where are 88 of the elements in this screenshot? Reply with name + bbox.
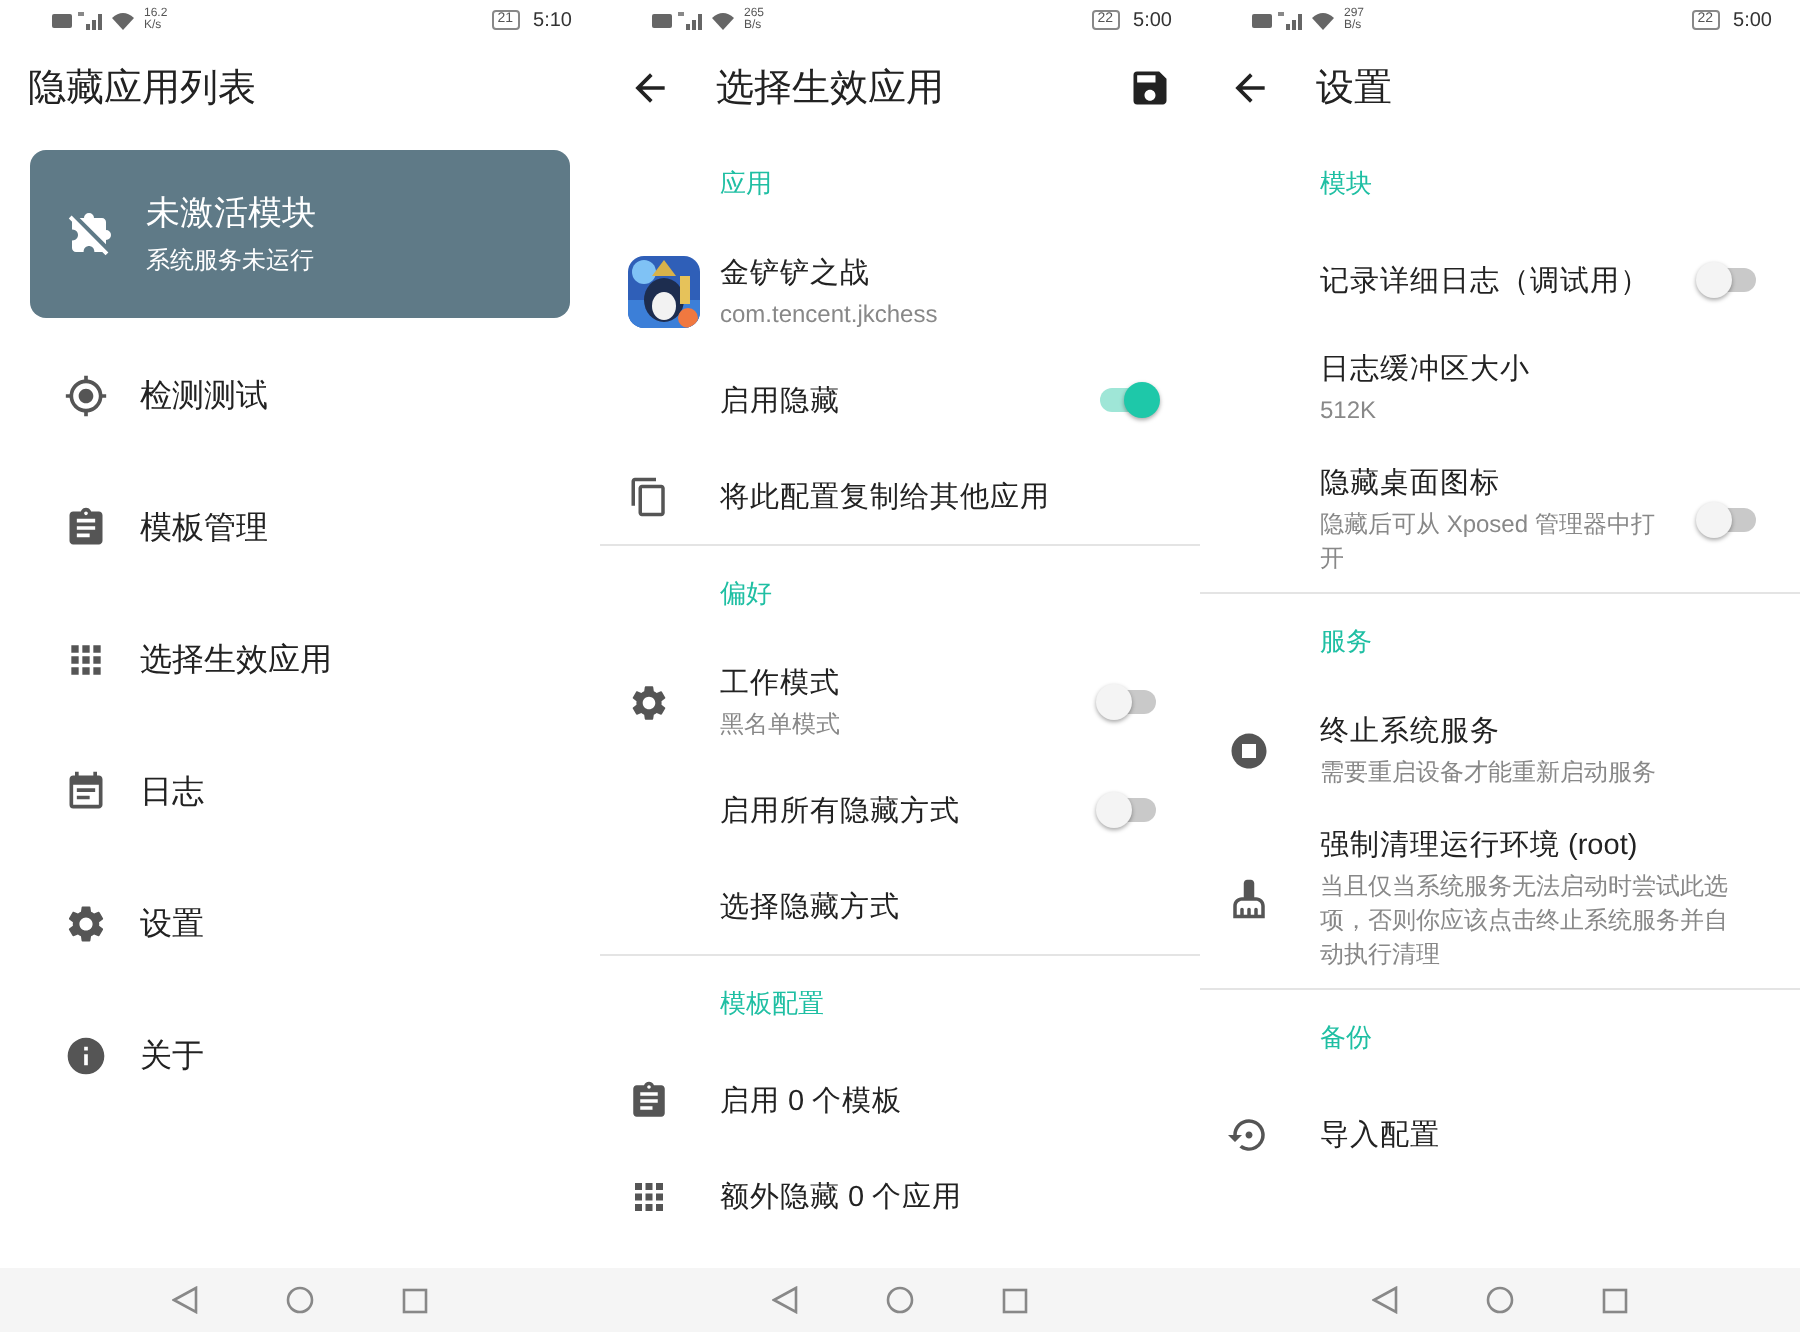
calendar-icon (64, 770, 108, 814)
recents-icon[interactable] (402, 1287, 428, 1313)
item-subtitle: com.tencent.jkchess (720, 297, 940, 331)
item-title: 终止系统服务 (1320, 713, 1502, 749)
menu-item[interactable]: 日志 (0, 726, 600, 858)
menu-item[interactable]: 选择生效应用 (0, 594, 600, 726)
home-icon[interactable] (886, 1286, 914, 1314)
clock: 5:00 (1133, 9, 1172, 31)
item-title: 日志缓冲区大小 (1320, 351, 1532, 387)
restore-icon (1228, 1113, 1270, 1155)
item-title: 金铲铲之战 (720, 255, 872, 291)
puzzle-off-icon (66, 210, 114, 258)
item-title: 导入配置 (1320, 1117, 1442, 1153)
section-header: 模块 (1318, 166, 1374, 202)
menu-item[interactable]: 设置 (0, 858, 600, 990)
item-title: 额外隐藏 0 个应用 (720, 1179, 965, 1215)
wifi-icon (712, 11, 734, 29)
item-title: 启用隐藏 (720, 383, 842, 419)
item-title: 将此配置复制给其他应用 (720, 479, 1052, 515)
wifi-icon (112, 11, 134, 29)
back-icon[interactable] (772, 1286, 798, 1314)
toggle-switch[interactable] (1100, 690, 1156, 714)
broom-icon (1228, 878, 1270, 920)
item-title: 工作模式 (720, 665, 842, 701)
settings-item[interactable]: 启用所有隐藏方式 (600, 762, 1200, 858)
item-title: 选择隐藏方式 (720, 889, 902, 925)
toggle-switch[interactable] (1100, 388, 1156, 412)
item-subtitle: 隐藏后可从 Xposed 管理器中打开 (1320, 508, 1657, 576)
screen-title: 设置 (1316, 66, 1394, 114)
item-subtitle: 需要重启设备才能重新启动服务 (1320, 755, 1658, 789)
settings-item[interactable]: 将此配置复制给其他应用 (600, 448, 1200, 544)
settings-icon (628, 681, 670, 723)
settings-item[interactable]: 启用隐藏 (600, 352, 1200, 448)
settings-item[interactable]: 日志缓冲区大小 512K (1200, 328, 1800, 448)
section-header: 服务 (1318, 624, 1374, 660)
item-subtitle: 512K (1320, 393, 1379, 427)
settings-item[interactable]: 隐藏桌面图标 隐藏后可从 Xposed 管理器中打开 (1200, 448, 1800, 592)
recents-icon[interactable] (1002, 1287, 1028, 1313)
item-title: 隐藏桌面图标 (1320, 466, 1502, 502)
section-header: 偏好 (718, 576, 774, 612)
stop-icon (1228, 729, 1270, 771)
item-title: 记录详细日志（调试用） (1320, 263, 1652, 299)
settings-item[interactable]: 导入配置 (1200, 1086, 1800, 1182)
section-header: 模板配置 (718, 986, 826, 1022)
item-subtitle: 黑名单模式 (720, 707, 842, 741)
settings-icon (64, 902, 108, 946)
menu-item[interactable]: 检测测试 (0, 330, 600, 462)
settings-item[interactable]: 选择隐藏方式 (600, 858, 1200, 954)
signal-icon (78, 11, 106, 29)
back-icon[interactable] (172, 1286, 198, 1314)
signal-icon (1278, 11, 1306, 29)
target-icon (64, 374, 108, 418)
settings-item[interactable]: 金铲铲之战 com.tencent.jkchess (600, 232, 1200, 352)
copy-icon (628, 475, 670, 517)
wifi-icon (1312, 11, 1334, 29)
save-button[interactable] (1128, 66, 1172, 110)
settings-item[interactable]: 启用 0 个模板 (600, 1052, 1200, 1148)
back-icon[interactable] (1372, 1286, 1398, 1314)
settings-item[interactable]: 记录详细日志（调试用） (1200, 232, 1800, 328)
settings-item[interactable]: 终止系统服务 需要重启设备才能重新启动服务 (1200, 690, 1800, 810)
section-header: 备份 (1318, 1020, 1374, 1056)
toggle-switch[interactable] (1100, 798, 1156, 822)
screen-title: 隐藏应用列表 (28, 66, 258, 114)
clipboard-icon (64, 506, 108, 550)
item-title: 启用所有隐藏方式 (720, 793, 962, 829)
item-title: 强制清理运行环境 (root) (1320, 827, 1640, 864)
status-card[interactable]: 未激活模块 系统服务未运行 (30, 150, 570, 318)
section-header: 应用 (718, 166, 774, 202)
settings-item[interactable]: 额外隐藏 0 个应用 (600, 1148, 1200, 1244)
screen-title: 选择生效应用 (716, 66, 946, 114)
toggle-switch[interactable] (1700, 268, 1756, 292)
signal-icon (678, 11, 706, 29)
toggle-switch[interactable] (1700, 508, 1756, 532)
clock: 5:10 (533, 9, 572, 31)
clock: 5:00 (1733, 9, 1772, 31)
clipboard-icon (628, 1079, 670, 1121)
settings-item[interactable]: 工作模式 黑名单模式 (600, 642, 1200, 762)
recents-icon[interactable] (1602, 1287, 1628, 1313)
menu-item[interactable]: 关于 (0, 990, 600, 1122)
card-subtitle: 系统服务未运行 (146, 244, 316, 278)
item-subtitle: 当且仅当系统服务无法启动时尝试此选项，否则你应该点击终止系统服务并自动执行清理 (1320, 870, 1728, 972)
home-icon[interactable] (286, 1286, 314, 1314)
menu-item[interactable]: 模板管理 (0, 462, 600, 594)
card-title: 未激活模块 (146, 192, 316, 236)
item-title: 启用 0 个模板 (720, 1083, 905, 1119)
settings-item[interactable]: 强制清理运行环境 (root) 当且仅当系统服务无法启动时尝试此选项，否则你应该点击终止系统服务并自动执行清理 (1200, 810, 1800, 988)
info-icon (64, 1034, 108, 1078)
home-icon[interactable] (1486, 1286, 1514, 1314)
